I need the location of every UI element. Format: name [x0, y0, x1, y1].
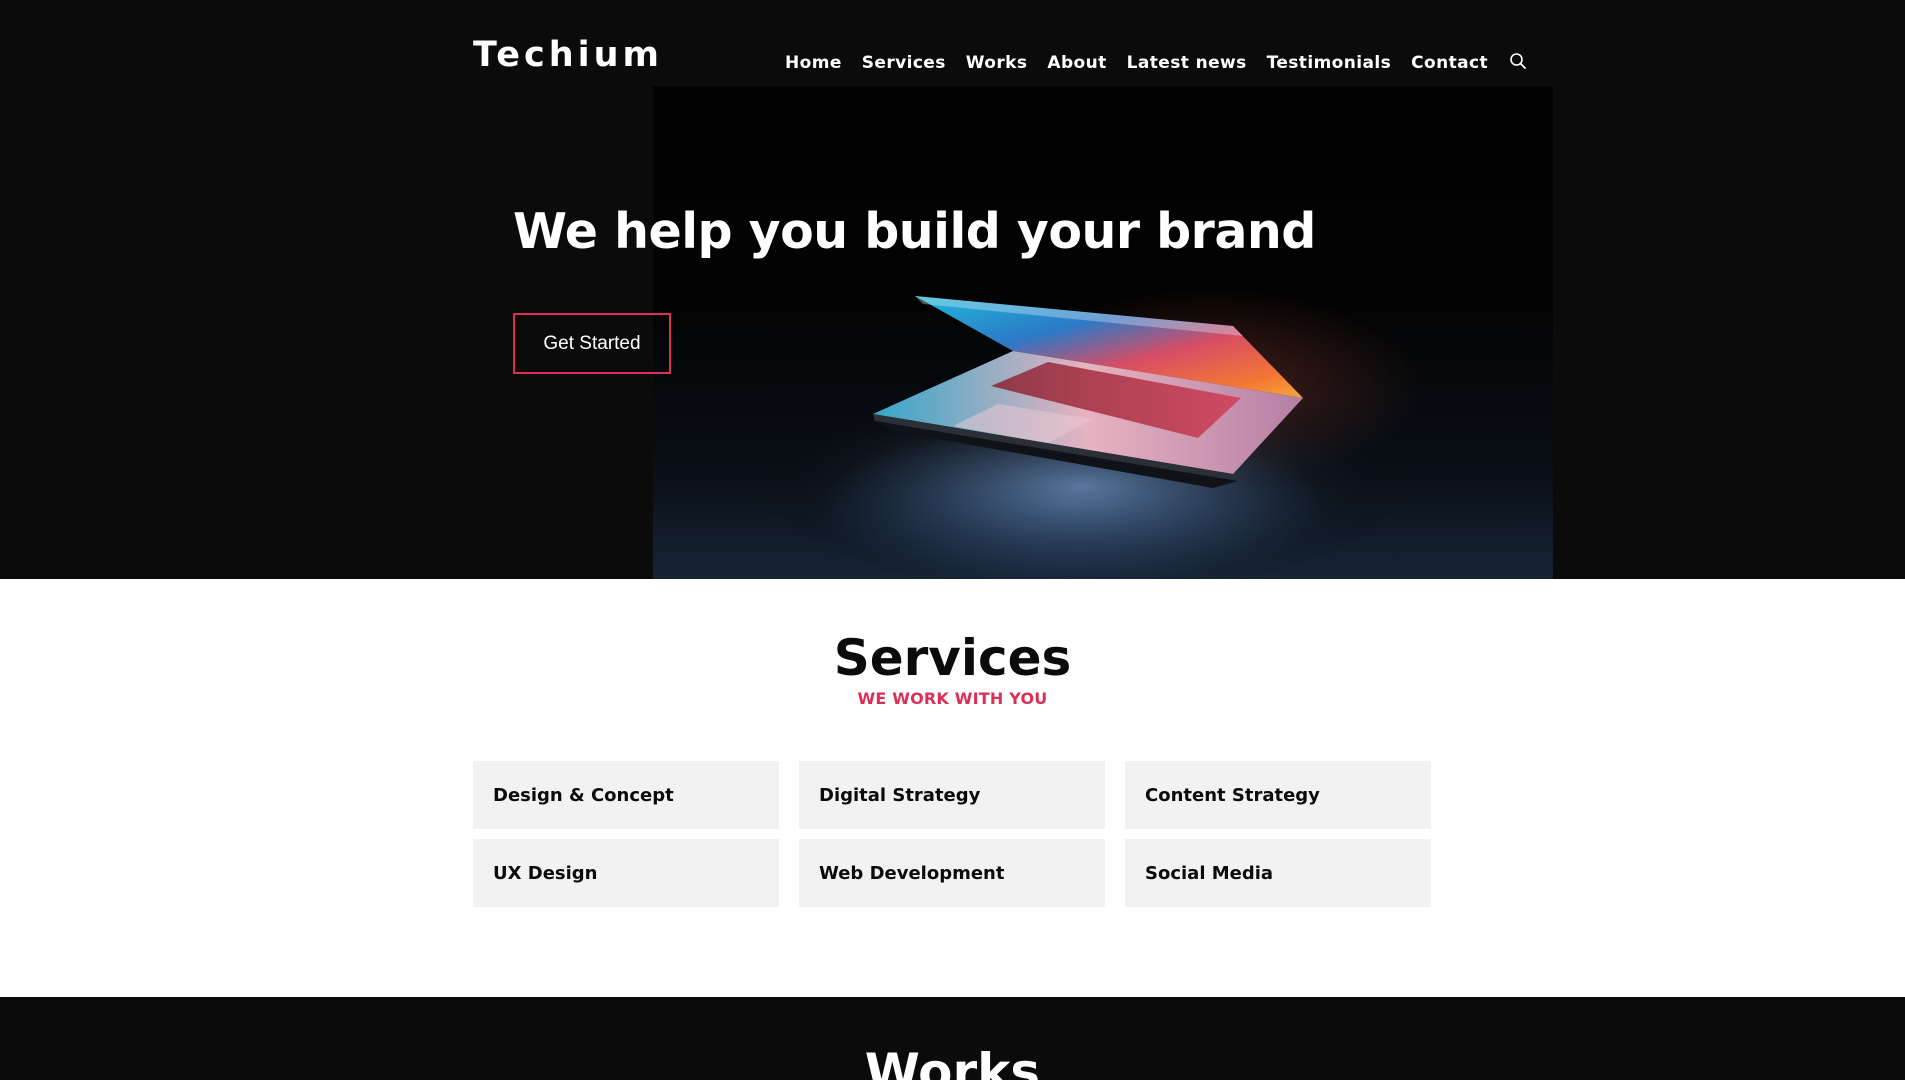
works-section: Works: [0, 997, 1905, 1080]
service-label: Design & Concept: [493, 784, 674, 806]
service-card-social-media[interactable]: Social Media: [1125, 839, 1431, 907]
nav-item-latest-news[interactable]: Latest news: [1117, 52, 1257, 74]
site-logo[interactable]: Techium: [473, 38, 663, 73]
main-nav: Home Services Works About Latest news Te…: [775, 52, 1528, 74]
site-header: Techium Home Services Works About Latest…: [0, 0, 1905, 86]
nav-item-works[interactable]: Works: [956, 52, 1038, 74]
works-title: Works: [864, 1043, 1041, 1080]
hero-laptop-image: [653, 86, 1553, 579]
service-card-content-strategy[interactable]: Content Strategy: [1125, 761, 1431, 829]
service-label: Web Development: [819, 862, 1005, 884]
service-card-design-concept[interactable]: Design & Concept: [473, 761, 779, 829]
nav-item-contact[interactable]: Contact: [1401, 52, 1498, 74]
search-icon[interactable]: [1508, 51, 1528, 71]
service-label: UX Design: [493, 862, 598, 884]
services-section: Services WE WORK WITH YOU Design & Conce…: [0, 579, 1905, 997]
services-grid: Design & Concept Digital Strategy Conten…: [473, 761, 1432, 907]
get-started-button[interactable]: Get Started: [513, 313, 671, 374]
service-card-web-development[interactable]: Web Development: [799, 839, 1105, 907]
service-label: Digital Strategy: [819, 784, 981, 806]
services-title: Services: [833, 629, 1072, 687]
service-card-digital-strategy[interactable]: Digital Strategy: [799, 761, 1105, 829]
services-subtitle: WE WORK WITH YOU: [857, 689, 1048, 708]
service-label: Content Strategy: [1145, 784, 1320, 806]
hero-title: We help you build your brand: [513, 203, 1316, 260]
service-card-ux-design[interactable]: UX Design: [473, 839, 779, 907]
service-label: Social Media: [1145, 862, 1274, 884]
hero-section: Techium Home Services Works About Latest…: [0, 0, 1905, 579]
nav-item-about[interactable]: About: [1037, 52, 1116, 74]
nav-item-testimonials[interactable]: Testimonials: [1257, 52, 1401, 74]
nav-item-services[interactable]: Services: [852, 52, 956, 74]
nav-item-home[interactable]: Home: [775, 52, 852, 74]
